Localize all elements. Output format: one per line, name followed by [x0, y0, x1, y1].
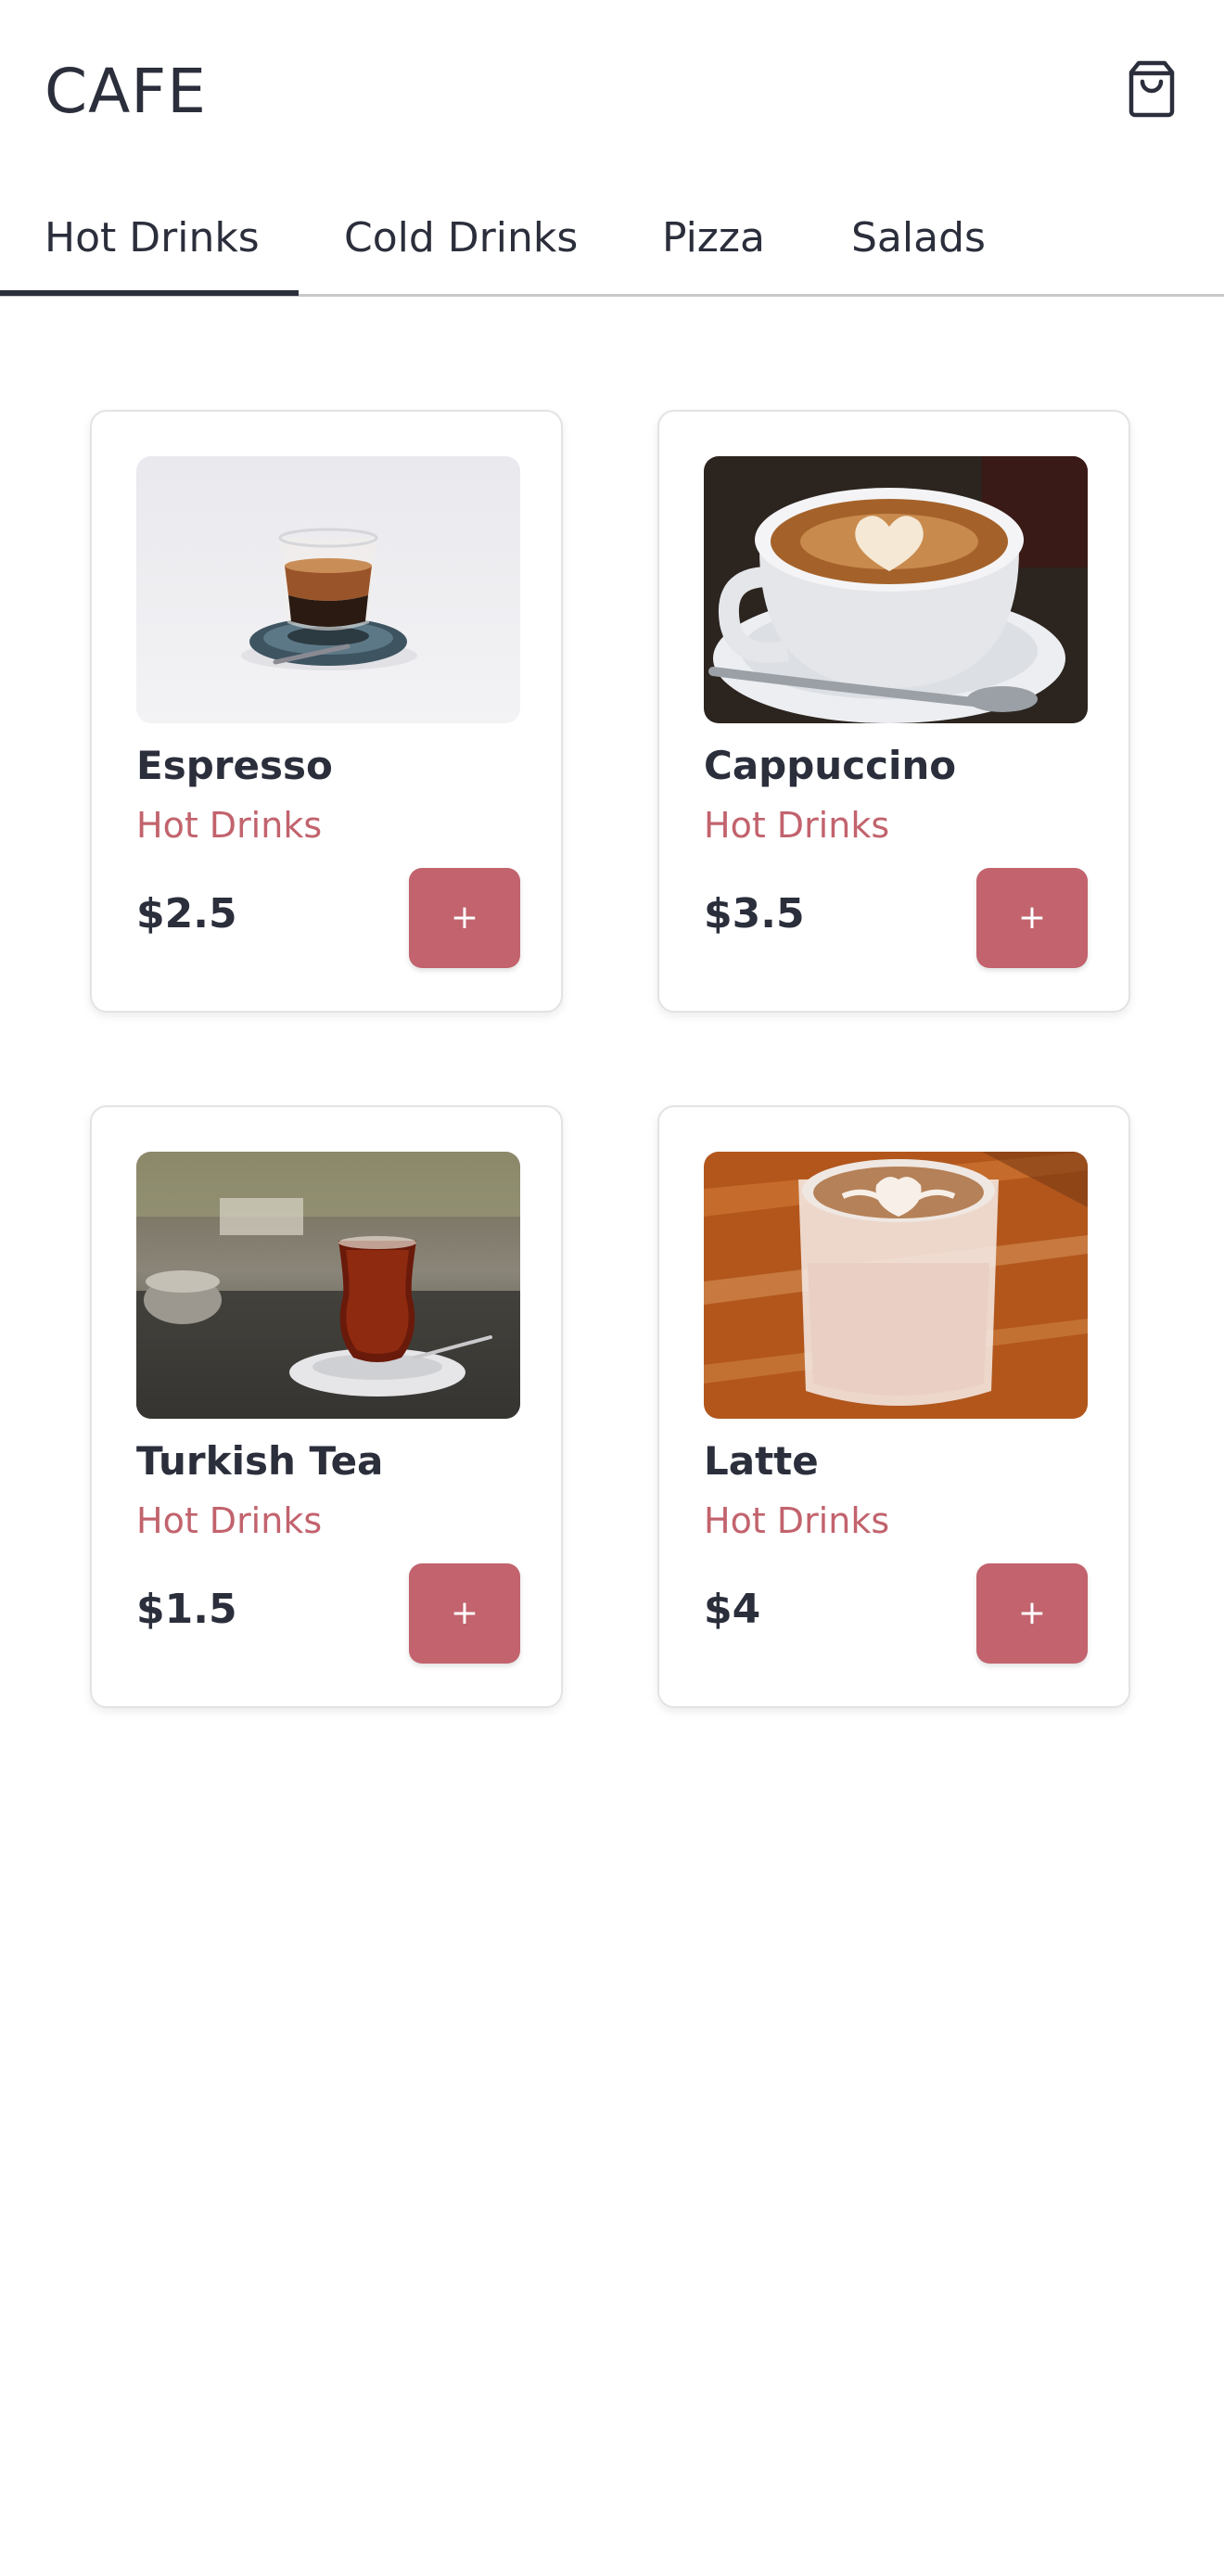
turkish-tea-image: [136, 1152, 520, 1419]
product-card: Turkish Tea Hot Drinks $1.5 +: [90, 1105, 563, 1708]
tab-salads[interactable]: Salads: [851, 206, 986, 271]
product-name: Espresso: [136, 743, 333, 788]
product-price: $1.5: [136, 1586, 237, 1633]
latte-image: [704, 1152, 1088, 1419]
add-to-cart-button[interactable]: +: [976, 1563, 1088, 1664]
cappuccino-image: [704, 456, 1088, 723]
product-category: Hot Drinks: [704, 805, 890, 846]
product-card: Cappuccino Hot Drinks $3.5 +: [657, 410, 1130, 1013]
product-category: Hot Drinks: [136, 805, 323, 846]
product-price: $4: [704, 1586, 761, 1633]
tab-hot-drinks[interactable]: Hot Drinks: [45, 206, 260, 271]
product-category: Hot Drinks: [136, 1500, 323, 1541]
active-tab-indicator: [0, 290, 299, 296]
add-to-cart-button[interactable]: +: [409, 1563, 520, 1664]
app-title: CAFE: [45, 56, 207, 127]
product-name: Latte: [704, 1438, 819, 1484]
tab-cold-drinks[interactable]: Cold Drinks: [344, 206, 578, 271]
product-price: $2.5: [136, 890, 237, 937]
add-to-cart-button[interactable]: +: [409, 868, 520, 968]
product-card: Latte Hot Drinks $4 +: [657, 1105, 1130, 1708]
espresso-image: [136, 456, 520, 723]
add-to-cart-button[interactable]: +: [976, 868, 1088, 968]
product-name: Cappuccino: [704, 743, 957, 788]
tab-pizza[interactable]: Pizza: [662, 206, 765, 271]
shopping-bag-icon[interactable]: [1120, 57, 1183, 121]
product-category: Hot Drinks: [704, 1500, 890, 1541]
product-name: Turkish Tea: [136, 1438, 384, 1484]
app-header: CAFE: [0, 0, 1224, 176]
product-card: Espresso Hot Drinks $2.5 +: [90, 410, 563, 1013]
category-tabs: Hot Drinks Cold Drinks Pizza Salads: [0, 176, 1224, 297]
product-price: $3.5: [704, 890, 805, 937]
